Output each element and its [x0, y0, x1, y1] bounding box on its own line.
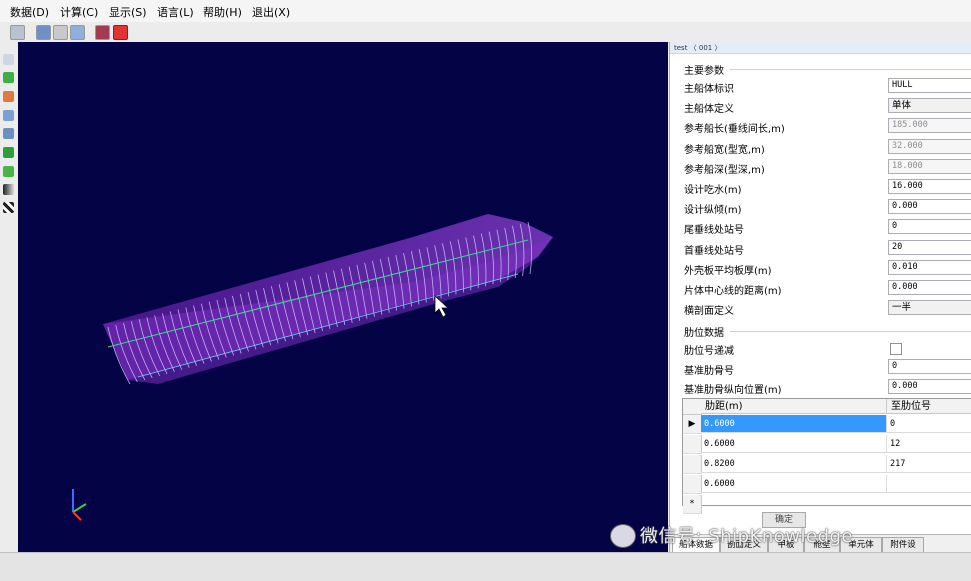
fore-perpendicular-station-label: 首垂线处站号 — [684, 245, 744, 257]
toolbar — [0, 22, 971, 43]
divider — [730, 331, 971, 332]
grid-row-header[interactable] — [683, 455, 702, 474]
grid-cell-spacing[interactable]: 0.8200 — [701, 455, 887, 473]
refresh-icon[interactable] — [3, 166, 14, 177]
main-hull-id-label: 主船体标识 — [684, 84, 734, 95]
column-header-spacing[interactable]: 肋距(m) — [701, 399, 887, 414]
column-header-to-rib[interactable]: 至肋位号 — [887, 399, 971, 414]
section-main-params: 主要参数 — [684, 66, 724, 77]
fore-perpendicular-station-field[interactable]: 20 — [888, 239, 971, 255]
view-icon[interactable] — [3, 128, 14, 139]
main-hull-definition-select[interactable]: 单体 — [888, 98, 971, 114]
ref-length-field: 185.000 — [888, 118, 971, 134]
menu-data[interactable]: 数据(D) — [10, 4, 49, 20]
aft-perpendicular-station-label: 尾垂线处站号 — [684, 225, 744, 237]
flag-icon[interactable] — [3, 147, 14, 158]
design-trim-field[interactable]: 0.000 — [888, 199, 971, 215]
rib-decrement-label: 肋位号递减 — [684, 346, 734, 357]
main-hull-definition-label: 主船体定义 — [684, 104, 734, 116]
menu-exit[interactable]: 退出(X) — [252, 4, 290, 20]
save-icon[interactable] — [10, 25, 25, 40]
grid-cell-to-rib[interactable]: 0 — [887, 415, 971, 433]
design-draft-field[interactable]: 16.000 — [888, 179, 971, 194]
design-trim-label: 设计纵倾(m) — [684, 205, 742, 217]
hull-wireframe — [72, 214, 553, 521]
watermark: 微信号: ShipKnowledge — [610, 522, 853, 552]
main-hull-id-field[interactable]: HULL — [888, 78, 971, 93]
grid-cell-to-rib[interactable] — [887, 475, 971, 493]
cube-icon[interactable] — [3, 110, 14, 121]
base-rib-position-field[interactable]: 0.000 — [888, 379, 971, 394]
cross-section-definition-select[interactable]: 一半 — [888, 300, 971, 316]
grid-cell-spacing[interactable]: 0.6000 — [701, 435, 887, 453]
aft-perpendicular-station-field[interactable]: 0 — [888, 219, 971, 235]
axis-triad — [72, 489, 87, 521]
menu-bar: 数据(D) 计算(C) 显示(S) 语言(L) 帮助(H) 退出(X) — [0, 0, 971, 23]
axis-icon[interactable] — [3, 91, 14, 102]
demihull-center-distance-label: 片体中心线的距离(m) — [684, 286, 782, 297]
list-icon[interactable] — [70, 25, 85, 40]
rib-spacing-grid: 肋距(m) 至肋位号 ▶ 0.6000 0 0.6000 12 0.8200 217 0.60… — [682, 398, 971, 514]
shell-plate-thickness-field[interactable]: 0.010 — [888, 259, 971, 275]
close-icon[interactable] — [113, 25, 128, 40]
shell-plate-thickness-label: 外壳板平均板厚(m) — [684, 265, 772, 277]
grid-cell-to-rib[interactable]: 12 — [887, 435, 971, 453]
property-panel: test 〈 001 〉 主要参数 主船体标识 HULL 主船体定义 单体参考船长(垂… — [669, 42, 971, 552]
mesh-icon[interactable] — [3, 202, 14, 213]
menu-compute[interactable]: 计算(C) — [60, 4, 98, 20]
base-rib-position-label: 基准肋骨纵向位置(m) — [684, 385, 782, 396]
demihull-center-distance-field[interactable]: 0.000 — [888, 280, 971, 295]
ref-depth-field: 18.000 — [888, 158, 971, 174]
status-bar — [0, 552, 971, 581]
ref-breadth-label: 参考船宽(型宽,m) — [684, 144, 765, 156]
section-rib-data: 肋位数据 — [684, 328, 724, 339]
divider — [730, 69, 971, 70]
rotate-icon[interactable] — [3, 72, 14, 83]
grid-cell-spacing[interactable]: 0.6000 — [701, 475, 887, 493]
book-icon[interactable] — [95, 25, 110, 40]
ref-breadth-field: 32.000 — [888, 138, 971, 154]
wechat-icon — [610, 524, 636, 548]
hull-3d-viewport[interactable] — [18, 42, 668, 552]
grid-new-row-marker[interactable]: * — [683, 495, 702, 514]
grid-row-header[interactable] — [683, 435, 702, 454]
zoom-icon[interactable] — [3, 54, 14, 65]
design-draft-label: 设计吃水(m) — [684, 185, 742, 196]
view-tools — [0, 42, 19, 552]
watermark-text: 微信号: ShipKnowledge — [640, 526, 853, 547]
menu-language[interactable]: 语言(L) — [157, 4, 194, 20]
base-rib-number-label: 基准肋骨号 — [684, 366, 734, 377]
cross-section-definition-label: 横剖面定义 — [684, 306, 734, 318]
page-icon[interactable] — [53, 25, 68, 40]
grid-row-header[interactable] — [683, 475, 702, 494]
grid-cell-to-rib[interactable]: 217 — [887, 455, 971, 473]
document-icon[interactable] — [36, 25, 51, 40]
grid-row-header[interactable]: ▶ — [683, 415, 702, 434]
grid-corner — [683, 399, 702, 415]
rib-decrement-checkbox[interactable] — [890, 343, 902, 355]
base-rib-number-field[interactable]: 0 — [888, 359, 971, 374]
menu-help[interactable]: 帮助(H) — [203, 4, 242, 20]
grid-cell-spacing[interactable]: 0.6000 — [701, 415, 887, 433]
menu-display[interactable]: 显示(S) — [109, 4, 147, 20]
tab-attachments[interactable]: 附件设 — [882, 537, 924, 552]
ref-length-label: 参考船长(垂线间长,m) — [684, 124, 785, 136]
shade-icon[interactable] — [3, 184, 14, 195]
ref-depth-label: 参考船深(型深,m) — [684, 164, 765, 176]
breadcrumb[interactable]: test 〈 001 〉 — [670, 42, 971, 54]
